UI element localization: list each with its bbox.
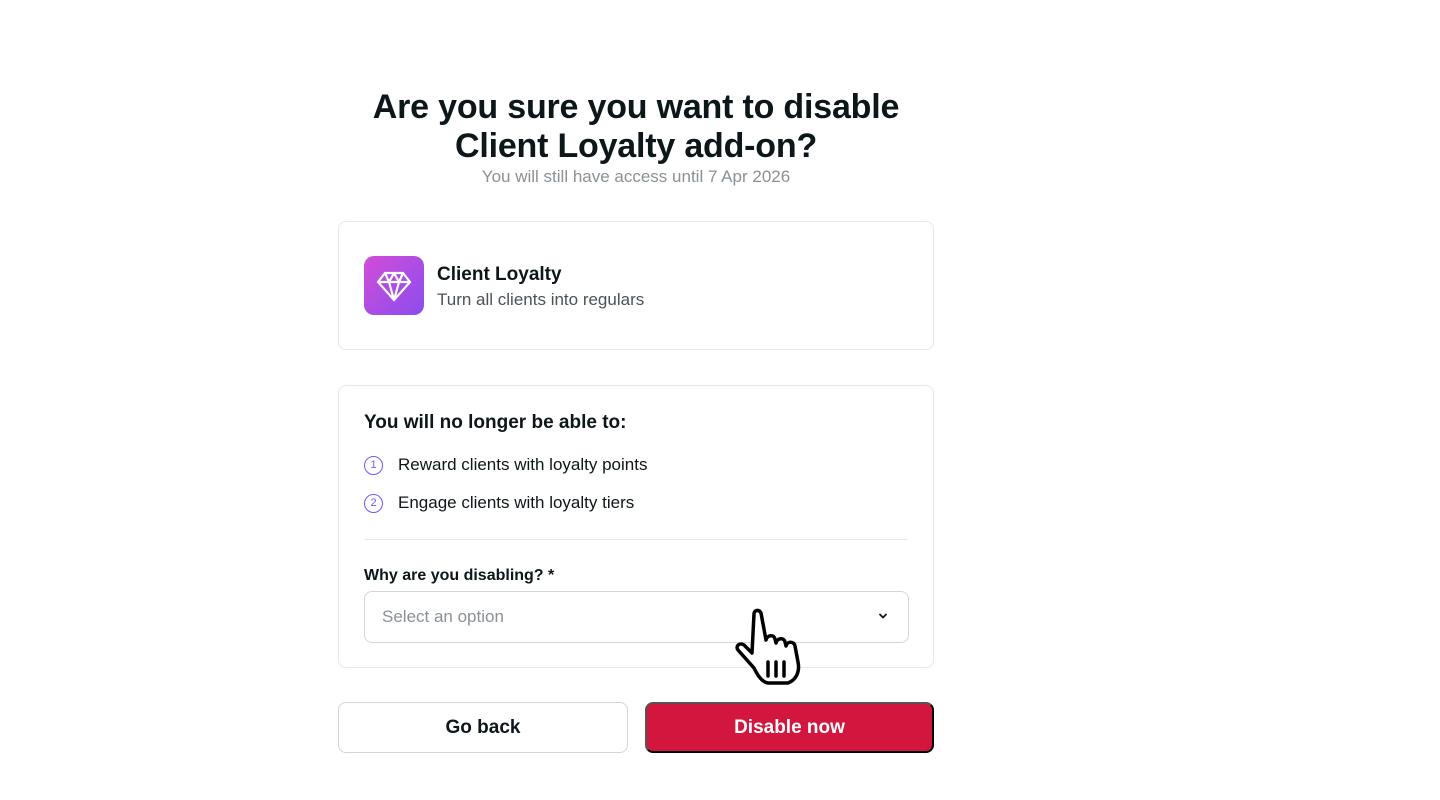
consequences-heading: You will no longer be able to: bbox=[364, 412, 627, 433]
page-header: Are you sure you want to disable Client … bbox=[336, 88, 936, 188]
addon-summary-card: Client Loyalty Turn all clients into reg… bbox=[338, 221, 934, 350]
number-badge: 2 bbox=[364, 493, 383, 513]
divider bbox=[364, 539, 908, 540]
list-item: 1 Reward clients with loyalty points bbox=[364, 452, 647, 478]
addon-name: Client Loyalty bbox=[437, 264, 562, 285]
diamond-icon bbox=[376, 271, 412, 301]
page-title: Are you sure you want to disable Client … bbox=[372, 88, 900, 165]
number-badge: 1 bbox=[364, 455, 383, 475]
reason-label: Why are you disabling? * bbox=[364, 567, 555, 584]
access-until-note: You will still have access until 7 Apr 2… bbox=[481, 167, 791, 186]
list-item-text: Engage clients with loyalty tiers bbox=[398, 493, 635, 512]
addon-icon-tile bbox=[364, 256, 424, 315]
addon-description: Turn all clients into regulars bbox=[437, 290, 645, 309]
list-item: 2 Engage clients with loyalty tiers bbox=[364, 490, 647, 516]
disable-now-button[interactable]: Disable now bbox=[645, 702, 934, 753]
pointer-hand-icon bbox=[735, 608, 801, 685]
go-back-button[interactable]: Go back bbox=[338, 702, 628, 753]
chevron-down-icon bbox=[879, 613, 887, 619]
list-item-text: Reward clients with loyalty points bbox=[398, 455, 648, 474]
addon-text: Client Loyalty Turn all clients into reg… bbox=[437, 263, 644, 312]
disable-consequences-card: You will no longer be able to: 1 Reward … bbox=[338, 385, 934, 668]
consequences-list: 1 Reward clients with loyalty points 2 E… bbox=[364, 452, 647, 528]
disable-addon-page: Are you sure you want to disable Client … bbox=[0, 0, 1440, 800]
reason-select[interactable]: Select an option bbox=[364, 591, 909, 643]
reason-select-placeholder: Select an option bbox=[382, 607, 504, 626]
